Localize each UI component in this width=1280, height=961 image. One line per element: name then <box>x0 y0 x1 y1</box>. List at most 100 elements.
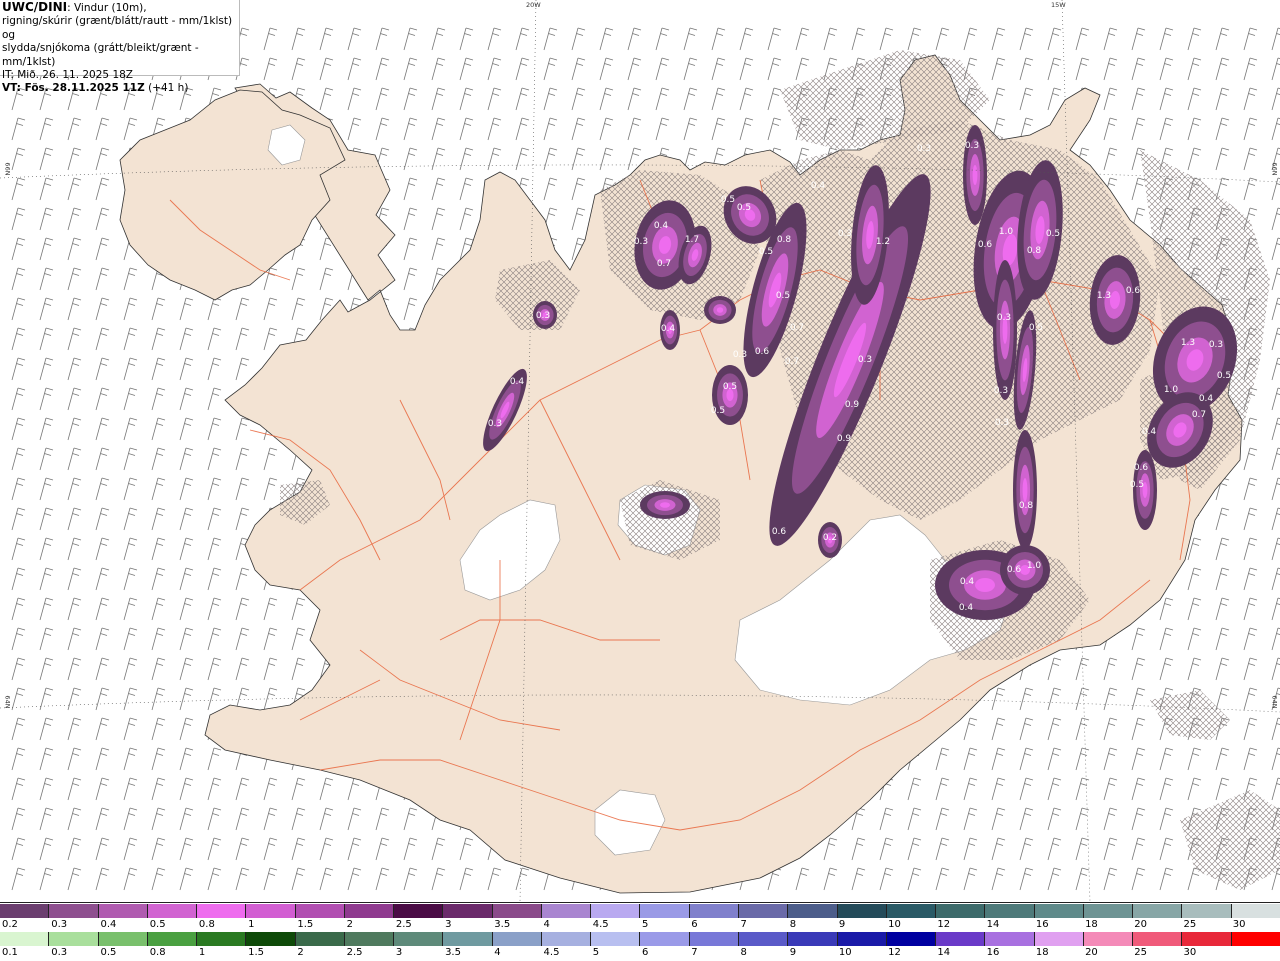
precip-value-label: 0.3 <box>995 418 1009 428</box>
colorbar-label: 0.5 <box>149 919 166 930</box>
precip-value-label: 0.5 <box>721 195 735 205</box>
colorbar-label: 20 <box>1085 947 1098 958</box>
colorbar-swatch <box>688 932 738 946</box>
precip-value-label: 0.3 <box>634 237 648 247</box>
colorbar-label: 18 <box>1085 919 1098 930</box>
precip-value-label: 0.7 <box>790 323 804 333</box>
precip-value-label: 1.0 <box>1164 385 1179 395</box>
colorbar-swatch <box>245 904 295 918</box>
precip-value-label: 0.8 <box>1027 246 1042 256</box>
colorbar-label: 9 <box>838 919 846 930</box>
precip-value-label: 1.3 <box>1181 338 1195 348</box>
colorbar-label: 4 <box>543 919 550 930</box>
precip-value-label: 0.3 <box>536 311 550 321</box>
colorbar-swatch <box>935 932 985 946</box>
colorbar-swatch <box>393 932 443 946</box>
colorbar-label: 10 <box>888 919 901 930</box>
precip-value-label: 0.6 <box>1007 565 1022 575</box>
precip-area <box>660 502 670 508</box>
colorbar-label: 3.5 <box>445 947 461 958</box>
colorbar-swatch <box>1082 904 1133 918</box>
colorbar-label: 0.3 <box>51 919 68 930</box>
colorbar-swatch <box>935 904 985 918</box>
precip-value-label: 0.6 <box>755 347 770 357</box>
precip-area <box>1022 478 1028 502</box>
colorbar-swatch <box>1132 932 1182 946</box>
precip-value-label: 0.3 <box>858 355 872 365</box>
colorbar-swatch <box>294 904 344 918</box>
colorbar-label: 5 <box>592 947 600 958</box>
colorbar-swatch <box>590 932 640 946</box>
precip-value-label: 0.5 <box>759 247 773 257</box>
precip-value-label: 0.4 <box>811 181 826 191</box>
colorbar-swatch <box>540 932 591 946</box>
colorbar-swatch <box>737 932 788 946</box>
product-name: UWC/DINI <box>2 0 68 14</box>
colorbar-swatch <box>688 904 738 918</box>
colorbar-swatch <box>196 932 246 946</box>
colorbar-swatch <box>294 932 344 946</box>
precip-value-label: 0.4 <box>661 324 676 334</box>
colorbar-swatch <box>146 904 197 918</box>
colorbar-label: 25 <box>1183 919 1197 930</box>
colorbar-label: 0.2 <box>2 919 18 930</box>
precip-value-label: 0.4 <box>1142 427 1157 437</box>
colorbar-label: 4 <box>494 947 501 958</box>
precip-value-label: 0.4 <box>960 577 975 587</box>
colorbar-swatch <box>1230 932 1280 946</box>
colorbar-label: 30 <box>1183 947 1197 958</box>
colorbar-swatch <box>787 932 837 946</box>
precip-value-label: 0.4 <box>959 603 974 613</box>
colorbar-label: 2.5 <box>346 947 363 958</box>
precip-value-label: 0.4 <box>1199 394 1214 404</box>
colorbar-swatch <box>48 904 98 918</box>
colorbar-swatch <box>639 904 689 918</box>
forecast-hour: (+41 h) <box>144 82 189 95</box>
colorbar-label: 3.5 <box>494 919 511 930</box>
colorbar-swatch <box>984 932 1034 946</box>
colorbar-label: 4.5 <box>543 947 560 958</box>
precip-value-label: 0.6 <box>978 240 993 250</box>
snow-colorbar-labels: 0.2 0.3 0.4 0.5 0.8 1 1.5 2 2.5 3 3.5 4 4.5 5 6 7 8 9 10 12… <box>0 919 1280 931</box>
colorbar-label: 6 <box>691 919 698 930</box>
colorbar-swatch <box>836 904 886 918</box>
colorbar-label: 0.3 <box>51 947 68 958</box>
colorbar-swatch <box>1181 904 1231 918</box>
colorbar-swatch <box>885 932 936 946</box>
colorbar-label: 2.5 <box>395 919 412 930</box>
colorbar-swatch <box>540 904 591 918</box>
graticule-label-20w: 20W <box>526 1 541 9</box>
snow-colorbar <box>0 904 1280 918</box>
graticule-label-64n-left: 64N <box>3 695 12 709</box>
precip-area <box>972 165 978 185</box>
graticule-label-64n-right: 64N <box>1270 695 1279 709</box>
weather-map: 0.30.40.50.50.40.30.71.7 0.80.50.31.20.30… <box>0 0 1280 902</box>
precip-value-label: 0.7 <box>1192 410 1206 420</box>
product-desc-3: slydda/snjókoma (grátt/bleikt/grænt - mm… <box>2 42 199 68</box>
precip-value-label: 0.4 <box>654 221 669 231</box>
rain-colorbar <box>0 932 1280 946</box>
precip-value-label: 0.5 <box>711 406 725 416</box>
precip-value-label: 0.7 <box>785 357 799 367</box>
colorbar-swatch <box>787 904 837 918</box>
colorbar-label: 1.5 <box>248 947 265 958</box>
colorbar-swatch <box>491 932 541 946</box>
colorbar-label: 1 <box>198 947 206 958</box>
precip-value-label: 0.3 <box>997 313 1011 323</box>
graticule-label-66n-left: 66N <box>3 162 12 176</box>
colorbar-label: 3 <box>445 919 452 930</box>
colorbar-swatch <box>1082 932 1133 946</box>
precip-value-label: 0.3 <box>488 419 502 429</box>
colorbar-label: 0.1 <box>2 947 18 958</box>
precip-value-label: 0.9 <box>837 434 852 444</box>
colorbar-label: 12 <box>888 947 901 958</box>
colorbar-label: 12 <box>937 919 951 930</box>
initial-time: IT: Mið. 26. 11. 2025 18Z <box>2 69 133 82</box>
colorbar-label: 18 <box>1035 947 1049 958</box>
graticule-label-15w: 15W <box>1051 1 1066 9</box>
colorbar-swatch <box>639 932 689 946</box>
precip-value-label: 1.7 <box>685 235 699 245</box>
precip-value-label: 0.3 <box>733 350 747 360</box>
colorbar-swatch <box>343 932 394 946</box>
colorbar-swatch <box>836 932 886 946</box>
